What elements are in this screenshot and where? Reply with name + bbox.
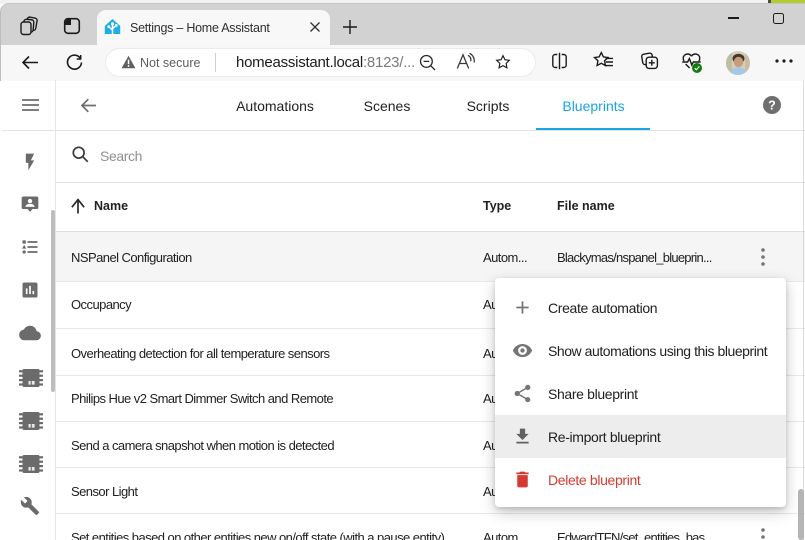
svg-text:?: ?	[768, 99, 776, 113]
